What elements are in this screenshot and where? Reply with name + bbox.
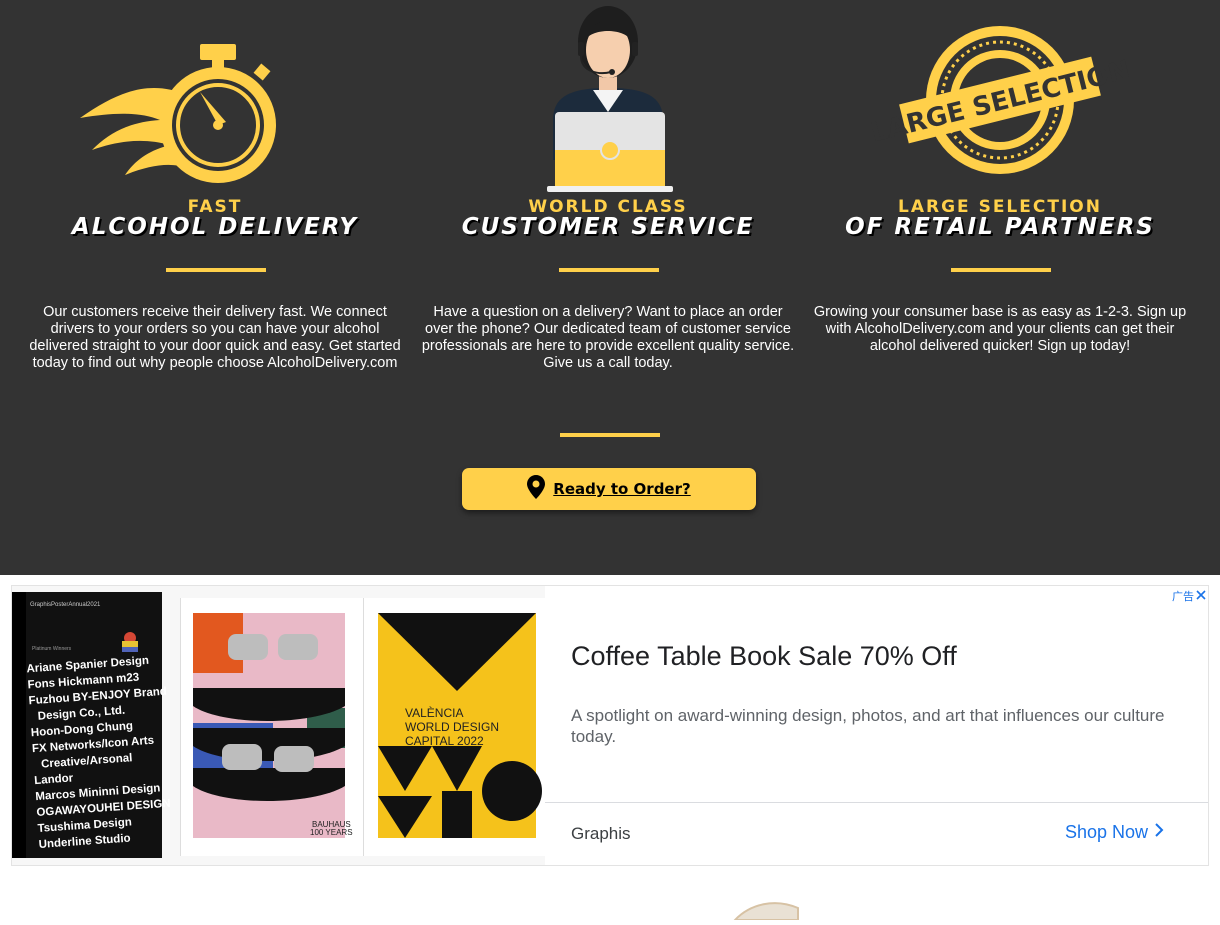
feature-description: Have a question on a delivery? Want to p… bbox=[421, 304, 795, 371]
feature-description: Growing your consumer base is as easy as… bbox=[813, 304, 1187, 354]
ad-title[interactable]: Coffee Table Book Sale 70% Off bbox=[571, 641, 957, 672]
features-section: FAST ALCOHOL DELIVERY Our customers rece… bbox=[0, 0, 1220, 575]
feature-description: Our customers receive their delivery fas… bbox=[29, 304, 401, 371]
support-agent-icon bbox=[413, 0, 803, 195]
ad-choices[interactable]: 广告 bbox=[1172, 588, 1206, 604]
ad-advertiser[interactable]: Graphis bbox=[571, 824, 631, 844]
book-spine: GraphisPosterAnnual2021 bbox=[30, 602, 101, 608]
book-header: Platinum Winners bbox=[32, 646, 72, 652]
ad-description[interactable]: A spotlight on award-winning design, pho… bbox=[571, 705, 1171, 747]
shop-now-label: Shop Now bbox=[1065, 822, 1149, 842]
ready-to-order-button[interactable]: Ready to Order? bbox=[462, 468, 756, 510]
partial-product-image bbox=[730, 896, 800, 921]
ready-to-order-label: Ready to Order? bbox=[553, 480, 691, 498]
chevron-right-icon bbox=[1154, 822, 1164, 843]
divider bbox=[166, 268, 266, 272]
feature-heading: OF RETAIL PARTNERS bbox=[845, 214, 1155, 240]
feature-heading: ALCOHOL DELIVERY bbox=[71, 214, 359, 240]
map-pin-icon bbox=[527, 474, 546, 504]
ad-image[interactable]: GraphisPosterAnnual2021 Platinum Winners… bbox=[12, 586, 545, 865]
advertisement[interactable]: GraphisPosterAnnual2021 Platinum Winners… bbox=[11, 585, 1209, 866]
close-icon[interactable] bbox=[1196, 589, 1206, 603]
divider bbox=[545, 802, 1208, 803]
large-selection-stamp-icon: LARGE SELECTION bbox=[805, 0, 1195, 195]
stopwatch-icon bbox=[20, 0, 410, 195]
divider bbox=[559, 268, 659, 272]
adchoices-label[interactable]: 广告 bbox=[1172, 588, 1194, 604]
feature-heading: CUSTOMER SERVICE bbox=[461, 214, 755, 240]
divider bbox=[951, 268, 1051, 272]
divider bbox=[560, 433, 660, 437]
poster-left-caption: BAUHAUS 100 YEARS bbox=[310, 820, 353, 837]
shop-now-button[interactable]: Shop Now bbox=[1065, 822, 1164, 843]
